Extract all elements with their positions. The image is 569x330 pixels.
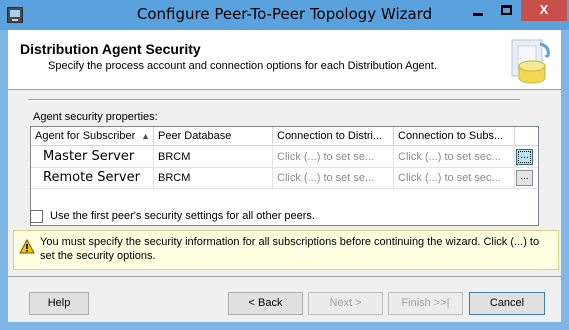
column-header-label: Agent for Subscriber [35, 130, 136, 142]
table-row[interactable]: Master Server BRCM Click (...) to set se… [31, 147, 538, 168]
close-button[interactable]: X [521, 0, 567, 21]
page-header: Distribution Agent Security Specify the … [8, 30, 561, 90]
page-title: Distribution Agent Security [20, 41, 201, 57]
grid-header-row: Agent for Subscriber ▲ Peer Database Con… [31, 127, 538, 146]
column-header-button [515, 127, 538, 146]
use-first-peer-settings-label: Use the first peer's security settings f… [50, 210, 315, 222]
page-subtitle: Specify the process account and connecti… [48, 60, 437, 72]
distributor-connection-cell: Click (...) to set se... [273, 147, 394, 167]
maximize-icon [501, 5, 512, 15]
table-row[interactable]: Remote Server BRCM Click (...) to set se… [31, 168, 538, 189]
distributor-connection-cell: Click (...) to set se... [273, 168, 394, 188]
close-icon: X [539, 2, 549, 17]
peer-database-cell: BRCM [154, 147, 273, 167]
column-header-agent-for-subscriber[interactable]: Agent for Subscriber ▲ [31, 127, 154, 146]
agent-security-properties-label: Agent security properties: [33, 111, 158, 123]
maximize-button[interactable] [493, 0, 520, 21]
column-header-peer-database[interactable]: Peer Database [154, 127, 273, 146]
database-security-icon [511, 39, 550, 84]
sort-ascending-icon: ▲ [141, 131, 150, 141]
help-button[interactable]: Help [29, 292, 89, 315]
subscriber-cell: Master Server [31, 147, 154, 167]
footer-separator [8, 276, 561, 277]
column-header-label: Connection to Distri... [277, 130, 383, 142]
next-button[interactable]: Next > [308, 292, 383, 315]
column-header-label: Connection to Subs... [398, 130, 504, 142]
cancel-button[interactable]: Cancel [469, 292, 545, 315]
peer-database-cell: BRCM [154, 168, 273, 188]
wizard-window: Configure Peer-To-Peer Topology Wizard X… [0, 0, 569, 330]
minimize-button[interactable] [464, 0, 492, 21]
set-security-button[interactable]: ... [516, 149, 533, 165]
minimize-icon [473, 13, 483, 16]
subscriber-connection-cell: Click (...) to set sec... [394, 147, 515, 167]
column-header-label: Peer Database [158, 130, 232, 142]
column-header-connection-to-subscriber[interactable]: Connection to Subs... [394, 127, 515, 146]
title-bar[interactable]: Configure Peer-To-Peer Topology Wizard X [0, 0, 569, 30]
warning-message-text: You must specify the security informatio… [40, 236, 540, 262]
set-security-button[interactable]: ... [516, 170, 533, 186]
warning-icon [19, 239, 35, 254]
column-header-connection-to-distributor[interactable]: Connection to Distri... [273, 127, 394, 146]
use-first-peer-settings-checkbox[interactable] [30, 210, 43, 223]
subscriber-connection-cell: Click (...) to set sec... [394, 168, 515, 188]
header-separator [28, 99, 520, 101]
subscriber-cell: Remote Server [31, 168, 154, 188]
warning-message-panel: You must specify the security informatio… [13, 230, 559, 270]
wizard-client-area: Distribution Agent Security Specify the … [8, 30, 561, 322]
finish-button[interactable]: Finish >>| [388, 292, 463, 315]
back-button[interactable]: < Back [228, 292, 303, 315]
